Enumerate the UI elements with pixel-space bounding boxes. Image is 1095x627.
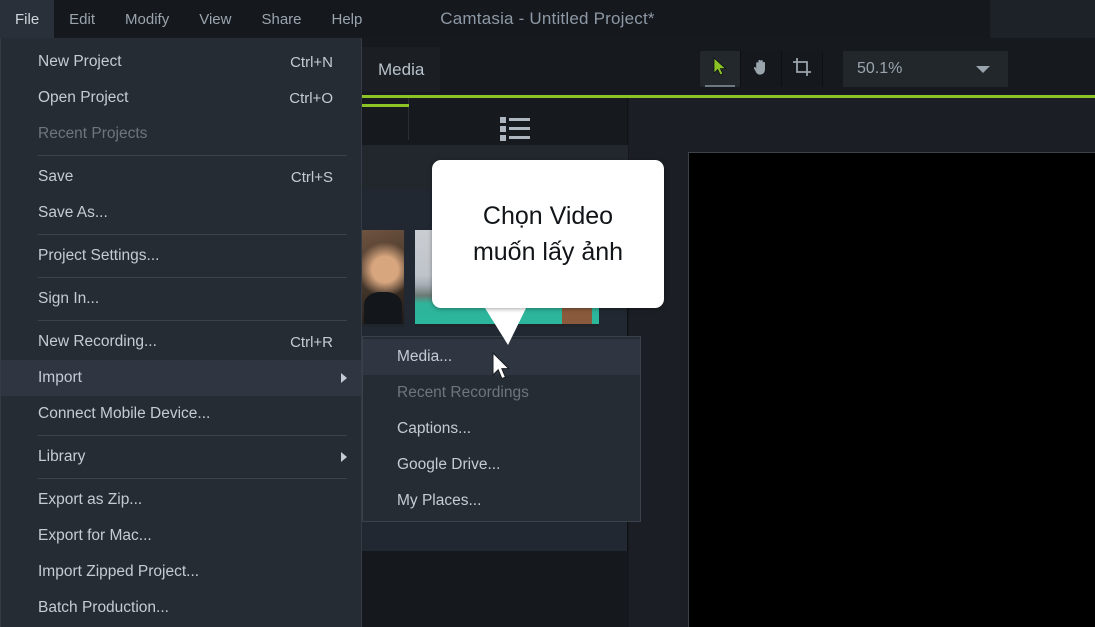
media-thumbnail-1[interactable]	[362, 230, 404, 327]
file-menu-item-import-zipped-project[interactable]: Import Zipped Project...	[1, 554, 361, 590]
chevron-down-icon	[976, 65, 990, 73]
menubar-item-view[interactable]: View	[184, 0, 246, 38]
menu-item-label: Project Settings...	[38, 247, 160, 264]
selection-tool-button[interactable]	[700, 51, 741, 87]
file-menu-item-library[interactable]: Library	[1, 439, 361, 475]
menu-separator	[38, 478, 347, 479]
menu-item-label: Save As...	[38, 204, 108, 221]
file-menu-item-batch-production[interactable]: Batch Production...	[1, 590, 361, 626]
preview-canvas[interactable]	[688, 152, 1095, 627]
menu-item-label: Export as Zip...	[38, 491, 143, 508]
menubar-label: File	[15, 10, 40, 28]
chevron-right-icon	[341, 452, 347, 462]
menubar-item-share[interactable]: Share	[246, 0, 316, 38]
tool-group	[700, 51, 823, 87]
menubar-label: Edit	[69, 10, 96, 28]
import-submenu-item-my-places[interactable]: My Places...	[363, 483, 640, 519]
menu-bar: File Edit Modify View Share Help	[0, 0, 377, 38]
menu-separator	[38, 320, 347, 321]
import-submenu-item-captions[interactable]: Captions...	[363, 411, 640, 447]
file-menu-item-export-for-mac[interactable]: Export for Mac...	[1, 518, 361, 554]
menubar-item-file[interactable]: File	[0, 0, 55, 38]
file-menu-item-connect-mobile-device[interactable]: Connect Mobile Device...	[1, 396, 361, 432]
menu-item-label: Sign In...	[38, 290, 100, 307]
file-menu-item-save[interactable]: Save Ctrl+S	[1, 159, 361, 195]
menu-separator	[38, 234, 347, 235]
menu-item-label: Connect Mobile Device...	[38, 405, 211, 422]
zoom-level-value: 50.1%	[857, 60, 903, 77]
menu-item-label: Save	[38, 168, 74, 185]
hand-icon	[751, 57, 771, 82]
menubar-item-modify[interactable]: Modify	[110, 0, 184, 38]
menu-item-label: Captions...	[397, 420, 472, 437]
chevron-right-icon	[341, 373, 347, 383]
zoom-level-dropdown[interactable]: 50.1%	[843, 51, 1008, 87]
callout-line-1: Chọn Video	[482, 201, 614, 230]
menubar-label: Help	[331, 10, 363, 28]
menu-item-shortcut: Ctrl+R	[290, 333, 333, 351]
menu-item-label: My Places...	[397, 492, 482, 509]
menu-item-label: Export for Mac...	[38, 527, 152, 544]
file-menu-item-sign-in[interactable]: Sign In...	[1, 281, 361, 317]
crop-tool-button[interactable]	[782, 51, 823, 87]
mouse-cursor-icon	[492, 351, 512, 382]
file-menu-dropdown: New Project Ctrl+N Open Project Ctrl+O Recen…	[0, 38, 362, 627]
thumbnail-image	[362, 230, 404, 324]
menu-item-shortcut: Ctrl+S	[290, 168, 333, 186]
file-menu-item-new-recording[interactable]: New Recording... Ctrl+R	[1, 324, 361, 360]
hand-tool-button[interactable]	[741, 51, 782, 87]
arrow-cursor-icon	[713, 57, 728, 81]
menu-item-label: Import Zipped Project...	[38, 563, 200, 580]
crop-icon	[792, 57, 812, 82]
menubar-label: Share	[261, 10, 302, 28]
callout-bubble: Chọn Video muốn lấy ảnh	[432, 160, 664, 308]
file-menu-item-recent-projects: Recent Projects	[1, 116, 361, 152]
menu-separator	[38, 277, 347, 278]
menubar-item-help[interactable]: Help	[317, 0, 378, 38]
menu-item-shortcut: Ctrl+N	[290, 53, 333, 71]
file-menu-item-import[interactable]: Import	[1, 360, 361, 396]
menu-item-label: New Recording...	[38, 333, 157, 350]
file-menu-item-save-as[interactable]: Save As...	[1, 195, 361, 231]
menu-item-shortcut: Ctrl+O	[289, 89, 333, 107]
camtasia-window: 50.1% Media Camtasia - Untitled Project*…	[0, 0, 1095, 627]
import-submenu-item-google-drive[interactable]: Google Drive...	[363, 447, 640, 483]
menubar-label: View	[199, 10, 232, 28]
media-tab-label: Media	[378, 59, 425, 79]
media-tab-underline	[362, 104, 409, 107]
menu-item-label: Recent Projects	[38, 125, 148, 142]
menu-item-label: Open Project	[38, 89, 129, 106]
menu-item-label: Import	[38, 369, 82, 386]
menu-item-label: Recent Recordings	[397, 384, 529, 401]
menu-item-label: Google Drive...	[397, 456, 501, 473]
list-view-icon[interactable]	[500, 116, 534, 142]
preview-panel	[629, 98, 1095, 627]
menu-item-label: Media...	[397, 348, 453, 365]
menu-separator	[38, 155, 347, 156]
file-menu-item-export-as-zip[interactable]: Export as Zip...	[1, 482, 361, 518]
menubar-item-edit[interactable]: Edit	[54, 0, 110, 38]
menu-item-label: Batch Production...	[38, 599, 169, 616]
file-menu-item-new-project[interactable]: New Project Ctrl+N	[1, 44, 361, 80]
callout-line-2: muốn lấy ảnh	[472, 238, 624, 266]
menu-item-label: New Project	[38, 53, 122, 70]
menu-item-label: Library	[38, 448, 86, 465]
menu-separator	[38, 435, 347, 436]
file-menu-item-open-project[interactable]: Open Project Ctrl+O	[1, 80, 361, 116]
media-tab[interactable]: Media	[362, 47, 441, 92]
file-menu-item-project-settings[interactable]: Project Settings...	[1, 238, 361, 274]
menubar-label: Modify	[125, 10, 170, 28]
